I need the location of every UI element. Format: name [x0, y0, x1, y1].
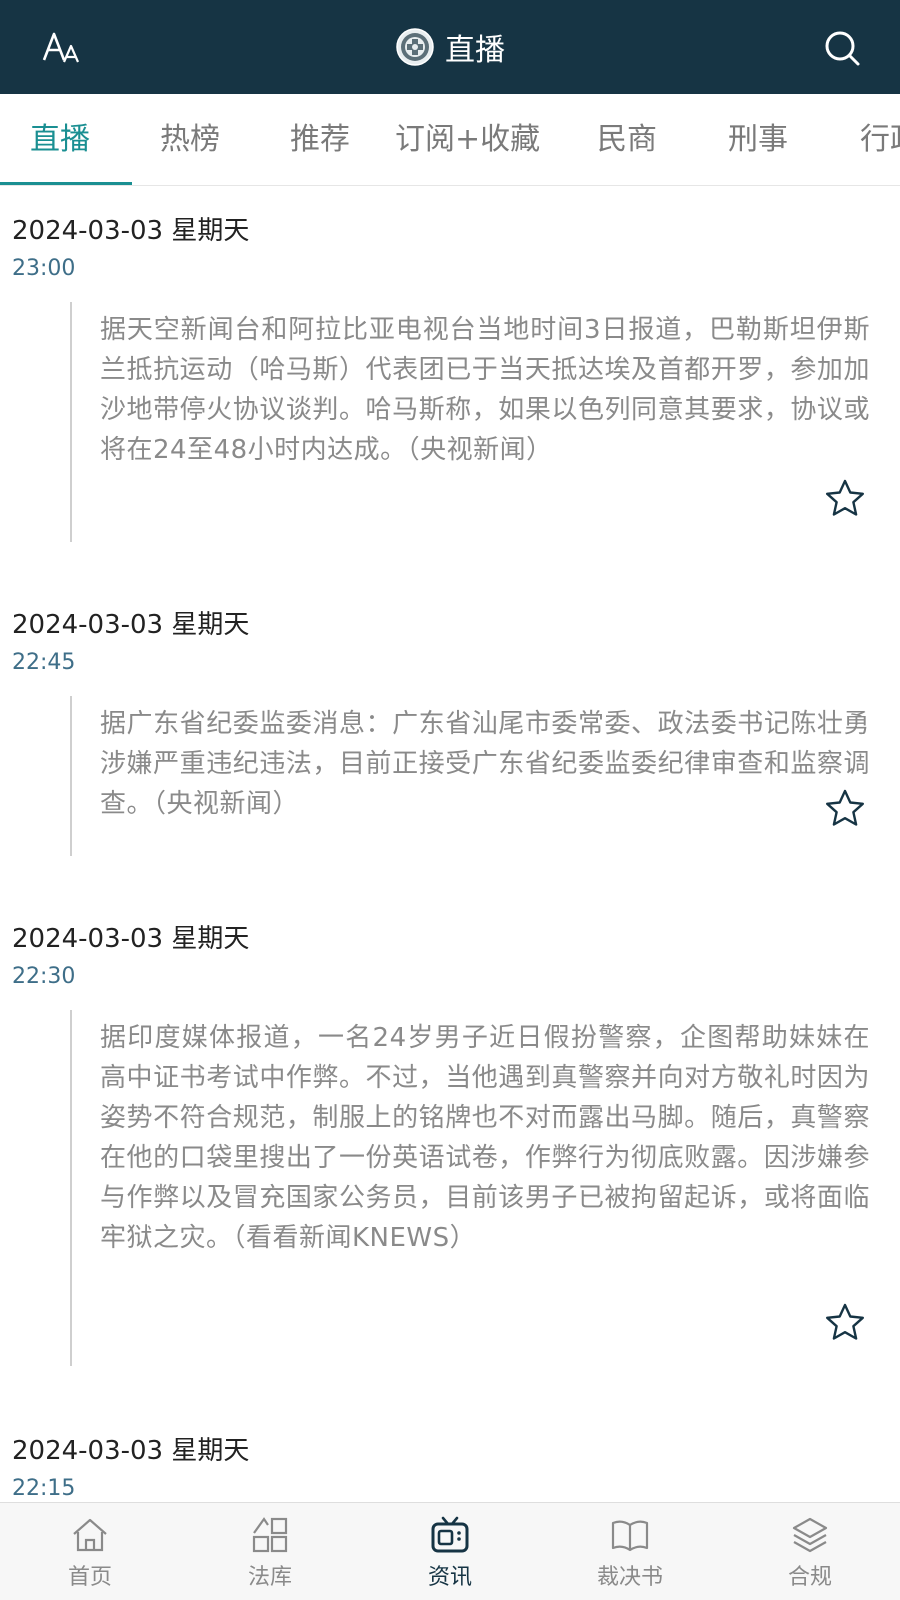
- entry-time: 22:45: [12, 650, 76, 675]
- tab-civil-commercial[interactable]: 民商: [597, 94, 657, 185]
- timeline-line: [70, 302, 72, 542]
- nav-news[interactable]: 资讯: [360, 1503, 540, 1600]
- font-size-icon[interactable]: [40, 26, 86, 68]
- timeline-line: [70, 1010, 72, 1366]
- home-icon: [73, 1518, 107, 1552]
- category-tabs: 直播 热榜 推荐 订阅+收藏 民商 刑事 行政: [0, 94, 900, 186]
- entry-time: 22:30: [12, 964, 76, 989]
- nav-label: 资讯: [427, 1565, 472, 1590]
- entry-date: 2024-03-03 星期天: [12, 216, 250, 246]
- nav-label: 合规: [787, 1565, 832, 1590]
- tab-criminal[interactable]: 刑事: [728, 94, 788, 185]
- nav-home[interactable]: 首页: [0, 1503, 180, 1600]
- tab-live[interactable]: 直播: [30, 94, 90, 185]
- entry-date: 2024-03-03 星期天: [12, 1436, 250, 1466]
- entry-content[interactable]: 据广东省纪委监委消息：广东省汕尾市委常委、政法委书记陈壮勇涉嫌严重违纪违法，目前…: [100, 704, 870, 824]
- feed-entry: 2024-03-03 星期天 23:00 据天空新闻台和阿拉比亚电视台当地时间3…: [0, 210, 900, 550]
- favorite-star-icon[interactable]: [824, 478, 866, 518]
- tab-subscribe-favorites[interactable]: 订阅+收藏: [395, 94, 540, 185]
- header-title-group: 直播: [395, 25, 505, 69]
- feed-entry: 2024-03-03 星期天 22:45 据广东省纪委监委消息：广东省汕尾市委常…: [0, 604, 900, 904]
- timeline-line: [70, 696, 72, 856]
- live-feed: 2024-03-03 星期天 23:00 据天空新闻台和阿拉比亚电视台当地时间3…: [0, 186, 900, 1502]
- entry-time: 23:00: [12, 256, 76, 281]
- top-bar: 直播: [0, 0, 900, 94]
- app-root: 直播 直播 热榜 推荐 订阅+收藏 民商 刑事 行政 2024-03-03 星期…: [0, 0, 900, 1600]
- page-title: 直播: [445, 33, 505, 68]
- favorite-star-icon[interactable]: [824, 788, 866, 828]
- entry-content[interactable]: 据印度媒体报道，一名24岁男子近日假扮警察，企图帮助妹妹在高中证书考试中作弊。不…: [100, 1018, 870, 1258]
- entry-date: 2024-03-03 星期天: [12, 924, 250, 954]
- tab-recommend[interactable]: 推荐: [290, 94, 350, 185]
- search-icon[interactable]: [820, 26, 864, 70]
- news-tv-icon: [431, 1516, 469, 1553]
- favorite-star-icon[interactable]: [824, 1302, 866, 1342]
- nav-label: 裁决书: [596, 1565, 663, 1590]
- tab-administrative[interactable]: 行政: [860, 94, 900, 185]
- court-emblem-icon: [396, 28, 434, 66]
- bottom-nav: 首页 法库 资讯 裁决书 合规: [0, 1502, 900, 1600]
- nav-judgments[interactable]: 裁决书: [540, 1503, 720, 1600]
- library-icon: [252, 1517, 288, 1553]
- entry-content[interactable]: 据天空新闻台和阿拉比亚电视台当地时间3日报道，巴勒斯坦伊斯兰抵抗运动（哈马斯）代…: [100, 310, 870, 470]
- nav-compliance[interactable]: 合规: [720, 1503, 900, 1600]
- entry-date: 2024-03-03 星期天: [12, 610, 250, 640]
- book-icon: [611, 1520, 649, 1552]
- entry-time: 22:15: [12, 1476, 76, 1501]
- layers-icon: [792, 1517, 828, 1553]
- nav-label: 首页: [67, 1565, 112, 1590]
- feed-entry: 2024-03-03 星期天 22:15: [0, 1430, 900, 1502]
- nav-library[interactable]: 法库: [180, 1503, 360, 1600]
- tab-hot[interactable]: 热榜: [160, 94, 220, 185]
- feed-entry: 2024-03-03 星期天 22:30 据印度媒体报道，一名24岁男子近日假扮…: [0, 918, 900, 1398]
- nav-label: 法库: [247, 1565, 292, 1590]
